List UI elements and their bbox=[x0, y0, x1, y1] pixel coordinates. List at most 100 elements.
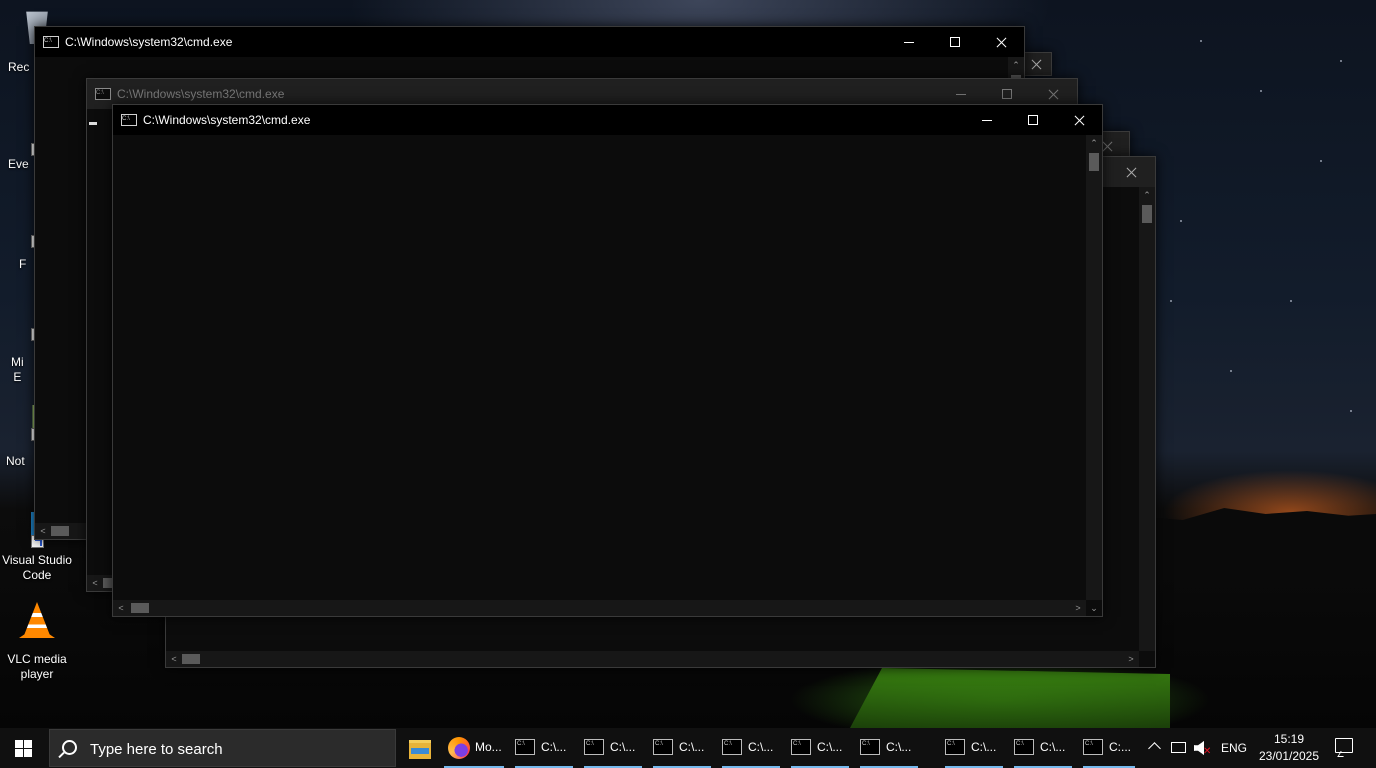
taskbar-item-label: Mo... bbox=[475, 740, 502, 754]
window-titlebar[interactable]: C:\ C:\Windows\system32\cmd.exe bbox=[113, 105, 1102, 135]
search-icon bbox=[62, 740, 77, 755]
cmd-icon: C:\ bbox=[860, 739, 880, 755]
language-indicator[interactable]: ENG bbox=[1218, 728, 1250, 768]
taskbar-item-label: C:... bbox=[1109, 740, 1132, 754]
window-title: C:\Windows\system32\cmd.exe bbox=[117, 87, 285, 101]
taskbar-item-label: C:\... bbox=[971, 740, 997, 754]
cmd-icon: C:\ bbox=[95, 88, 111, 100]
scroll-thumb[interactable] bbox=[1142, 205, 1152, 223]
scroll-up-icon[interactable]: ⌃ bbox=[1139, 187, 1155, 203]
firefox-icon bbox=[448, 737, 470, 759]
desktop-icon-label: Mi E bbox=[11, 355, 24, 384]
volume-button[interactable]: ✕ bbox=[1192, 728, 1214, 768]
desktop-icon-label: Eve bbox=[8, 157, 29, 171]
star bbox=[1320, 160, 1322, 162]
muted-badge-icon: ✕ bbox=[1203, 746, 1212, 757]
star bbox=[1260, 90, 1262, 92]
star bbox=[1180, 220, 1182, 222]
notification-icon bbox=[1335, 738, 1353, 753]
close-button[interactable] bbox=[1056, 105, 1102, 135]
taskbar-cmd[interactable]: C:\ C:\... bbox=[511, 728, 577, 768]
network-button[interactable] bbox=[1168, 728, 1190, 768]
taskbar-cmd[interactable]: C:\ C:\... bbox=[580, 728, 646, 768]
close-icon[interactable] bbox=[1108, 157, 1154, 187]
scroll-left-icon[interactable]: < bbox=[113, 600, 129, 616]
star bbox=[1230, 370, 1232, 372]
console-cursor bbox=[89, 122, 97, 125]
taskbar-cmd[interactable]: C:\ C:... bbox=[1079, 728, 1139, 768]
desktop-icon-label: Rec bbox=[8, 60, 30, 74]
scroll-thumb[interactable] bbox=[131, 603, 149, 613]
horizontal-scrollbar[interactable]: < > bbox=[113, 600, 1086, 616]
cmd-icon: C:\ bbox=[653, 739, 673, 755]
taskbar-item-label: C:\... bbox=[886, 740, 912, 754]
scroll-thumb[interactable] bbox=[182, 654, 200, 664]
file-explorer-icon bbox=[409, 740, 431, 759]
minimize-button[interactable] bbox=[964, 105, 1010, 135]
clock[interactable]: 15:19 23/01/2025 bbox=[1254, 731, 1324, 765]
windows-logo-icon bbox=[15, 740, 32, 757]
taskbar-item-label: C:\... bbox=[817, 740, 843, 754]
desktop-icon-label: VLC media player bbox=[7, 652, 67, 681]
action-center-button[interactable] bbox=[1326, 728, 1360, 768]
taskbar-cmd[interactable]: C:\ C:\... bbox=[1010, 728, 1076, 768]
cmd-icon: C:\ bbox=[791, 739, 811, 755]
clock-time: 15:19 bbox=[1273, 732, 1305, 746]
vlc-cone-icon bbox=[19, 602, 55, 638]
star bbox=[1200, 40, 1202, 42]
taskbar-item-label: C:\... bbox=[610, 740, 636, 754]
minimize-button[interactable] bbox=[886, 27, 932, 57]
vertical-scrollbar[interactable]: ⌃ bbox=[1086, 135, 1102, 600]
scroll-right-icon[interactable]: > bbox=[1123, 651, 1139, 667]
horizontal-scrollbar[interactable]: < > bbox=[166, 651, 1139, 667]
desktop-icon-label: F bbox=[19, 257, 27, 271]
vertical-scrollbar[interactable]: ⌃ bbox=[1139, 187, 1155, 651]
desktop-icon-label: Visual Studio Code bbox=[2, 553, 72, 582]
cmd-window-front[interactable]: C:\ C:\Windows\system32\cmd.exe ⌃ < > ⌄ bbox=[112, 104, 1103, 617]
chevron-up-icon bbox=[1148, 742, 1161, 755]
scroll-left-icon[interactable]: < bbox=[166, 651, 182, 667]
search-placeholder: Type here to search bbox=[90, 741, 223, 758]
cmd-icon: C:\ bbox=[515, 739, 535, 755]
search-box[interactable]: Type here to search bbox=[49, 729, 396, 767]
scroll-left-icon[interactable]: < bbox=[35, 523, 51, 539]
taskbar-cmd[interactable]: C:\ C:\... bbox=[856, 728, 922, 768]
star bbox=[1350, 410, 1352, 412]
shortcut-arrow-icon bbox=[0, 633, 12, 646]
taskbar-item-label: C:\... bbox=[679, 740, 705, 754]
illuminated-field bbox=[850, 668, 1170, 728]
taskbar-item-label: C:\... bbox=[748, 740, 774, 754]
show-hidden-icons-button[interactable] bbox=[1146, 728, 1164, 768]
start-button[interactable] bbox=[0, 728, 48, 768]
window-title: C:\Windows\system32\cmd.exe bbox=[65, 35, 233, 49]
cmd-icon: C:\ bbox=[1083, 739, 1103, 755]
taskbar-cmd[interactable]: C:\ C:\... bbox=[649, 728, 715, 768]
taskbar-item-label: C:\... bbox=[1040, 740, 1066, 754]
scroll-thumb[interactable] bbox=[1089, 153, 1099, 171]
scroll-up-icon[interactable]: ⌃ bbox=[1008, 57, 1024, 73]
cmd-icon: C:\ bbox=[43, 36, 59, 48]
network-icon bbox=[1171, 742, 1186, 753]
close-button[interactable] bbox=[978, 27, 1024, 57]
clock-date: 23/01/2025 bbox=[1258, 749, 1320, 763]
taskbar: Type here to search Mo... C:\ C:\... C:\ C… bbox=[0, 728, 1376, 768]
star bbox=[1290, 300, 1292, 302]
taskbar-cmd[interactable]: C:\ C:\... bbox=[718, 728, 784, 768]
scroll-up-icon[interactable]: ⌃ bbox=[1086, 135, 1102, 151]
scroll-right-icon[interactable]: > bbox=[1070, 600, 1086, 616]
star bbox=[1340, 60, 1342, 62]
desktop-icon-vlc[interactable]: VLC media player bbox=[0, 602, 74, 681]
maximize-button[interactable] bbox=[1010, 105, 1056, 135]
cmd-icon: C:\ bbox=[121, 114, 137, 126]
maximize-button[interactable] bbox=[932, 27, 978, 57]
taskbar-cmd[interactable]: C:\ C:\... bbox=[787, 728, 853, 768]
cmd-icon: C:\ bbox=[1014, 739, 1034, 755]
taskbar-cmd[interactable]: C:\ C:\... bbox=[941, 728, 1007, 768]
window-titlebar[interactable]: C:\ C:\Windows\system32\cmd.exe bbox=[35, 27, 1024, 57]
desktop-icon-label: Not bbox=[6, 454, 25, 468]
scroll-thumb[interactable] bbox=[51, 526, 69, 536]
scroll-left-icon[interactable]: < bbox=[87, 575, 103, 591]
scroll-down-icon[interactable]: ⌄ bbox=[1086, 600, 1102, 616]
console-area[interactable] bbox=[113, 135, 1086, 600]
cmd-icon: C:\ bbox=[584, 739, 604, 755]
